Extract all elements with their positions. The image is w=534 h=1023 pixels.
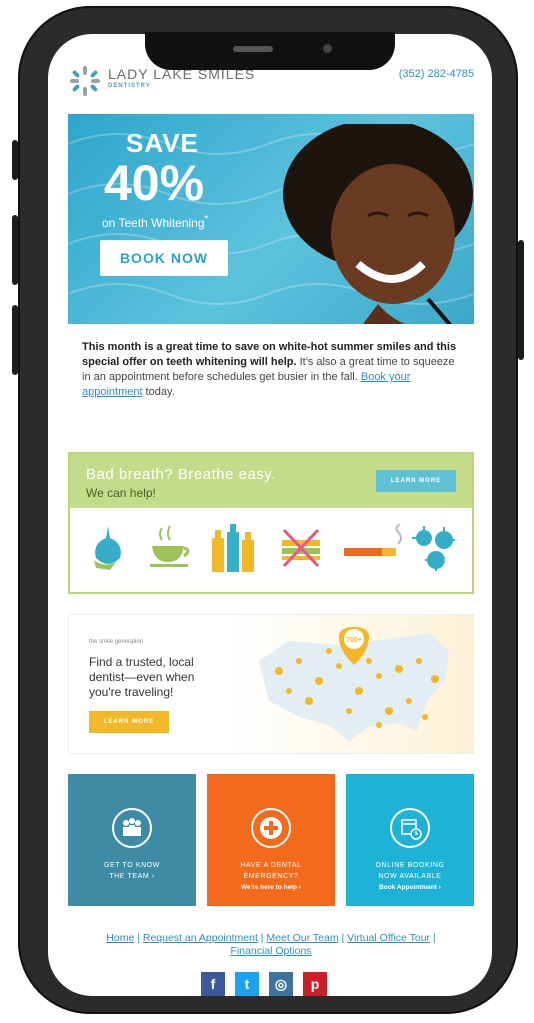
phone-screen: LADY LAKE SMILES DENTISTRY (352) 282-478… [48, 34, 492, 996]
meet-team-line2: THE TEAM › [109, 873, 155, 880]
brand-subtitle: DENTISTRY [108, 83, 151, 89]
locations-count-badge: 700+ [346, 637, 362, 644]
volume-down-button [12, 305, 18, 375]
emergency-plus-icon [251, 808, 291, 848]
action-tiles: GET TO KNOW THE TEAM › HAVE A DENTAL EMERG… [68, 774, 474, 906]
emergency-line1: HAVE A DENTAL [240, 862, 302, 869]
twitter-icon[interactable]: t [235, 972, 259, 996]
smiling-woman-photo [283, 124, 473, 324]
footer-link-virtual-tour[interactable]: Virtual Office Tour [347, 932, 430, 944]
footer-link-request-appointment[interactable]: Request an Appointment [143, 932, 258, 944]
footer-link-home[interactable]: Home [106, 932, 134, 944]
meet-team-line1: GET TO KNOW [104, 862, 160, 869]
power-button [518, 240, 524, 360]
book-appointment-tile-link[interactable]: Book Appointment › [346, 884, 474, 891]
speaker-grille [233, 46, 273, 52]
footer-separator: | [134, 932, 143, 944]
facebook-icon[interactable]: f [201, 972, 225, 996]
online-booking-label: ONLINE BOOKING NOW AVAILABLE [346, 860, 474, 882]
social-links: f t ◎ p [68, 972, 474, 996]
meet-team-tile[interactable]: GET TO KNOW THE TEAM › [68, 774, 196, 906]
front-camera [323, 44, 332, 53]
footer-links: Home | Request an Appointment | Meet Our… [68, 932, 474, 958]
book-now-button[interactable]: BOOK NOW [100, 240, 228, 276]
offer-subtitle: on Teeth Whitening* [102, 214, 208, 230]
coffee-icon [150, 525, 190, 567]
footer-link-financial-options[interactable]: Financial Options [230, 945, 311, 957]
finder-learn-more-button[interactable]: LEARN MORE [89, 711, 169, 733]
bad-breath-title: Bad breath? Breathe easy. [86, 466, 276, 483]
bad-breath-banner[interactable]: Bad breath? Breathe easy. We can help! L… [68, 452, 474, 594]
online-booking-line1: ONLINE BOOKING [375, 862, 445, 869]
team-icon [112, 808, 152, 848]
bacteria-icon [412, 526, 455, 571]
emergency-label: HAVE A DENTAL EMERGENCY? [207, 860, 335, 882]
whitening-hero-banner[interactable]: SAVE 40% on Teeth Whitening* BOOK NOW [68, 114, 474, 324]
dental-emergency-tile[interactable]: HAVE A DENTAL EMERGENCY? We're here to he… [207, 774, 335, 906]
volume-up-button [12, 215, 18, 285]
footer-link-meet-team[interactable]: Meet Our Team [266, 932, 338, 944]
notch [145, 32, 395, 70]
emergency-help-link[interactable]: We're here to help › [207, 884, 335, 891]
offer-subtitle-text: on Teeth Whitening [102, 216, 205, 230]
dentist-finder-banner[interactable]: the smile generation Find a trusted, loc… [68, 614, 474, 754]
footer-separator: | [430, 932, 436, 944]
onion-icon [94, 526, 121, 570]
sunburst-logo-icon [70, 66, 100, 96]
footer-separator: | [338, 932, 348, 944]
intro-paragraph: This month is a great time to save on wh… [68, 324, 474, 432]
bottles-icon [212, 524, 254, 572]
instagram-icon[interactable]: ◎ [269, 972, 293, 996]
smile-generation-logo: the smile generation [89, 639, 144, 645]
cigarette-icon [344, 524, 402, 556]
online-booking-line2: NOW AVAILABLE [378, 873, 442, 880]
finder-text: Find a trusted, local dentist—even when … [89, 655, 195, 699]
meet-team-label: GET TO KNOW THE TEAM › [68, 860, 196, 882]
bad-breath-causes-icons [70, 514, 472, 584]
calendar-clock-icon [390, 808, 430, 848]
usa-map-graphic: 700+ [259, 627, 449, 741]
pinterest-icon[interactable]: p [303, 972, 327, 996]
emergency-line2: EMERGENCY? [243, 873, 299, 880]
bad-breath-learn-more-button[interactable]: LEARN MORE [376, 470, 456, 492]
phone-number-link[interactable]: (352) 282-4785 [399, 68, 474, 80]
online-booking-tile[interactable]: ONLINE BOOKING NOW AVAILABLE Book Appoint… [346, 774, 474, 906]
discount-percent: 40% [104, 155, 205, 211]
bad-breath-subtitle: We can help! [86, 486, 156, 500]
intro-tail: today. [142, 386, 175, 398]
email-body: LADY LAKE SMILES DENTISTRY (352) 282-478… [68, 52, 474, 996]
no-garlic-icon [282, 528, 320, 568]
mute-switch [12, 140, 18, 180]
offer-asterisk: * [204, 214, 209, 225]
